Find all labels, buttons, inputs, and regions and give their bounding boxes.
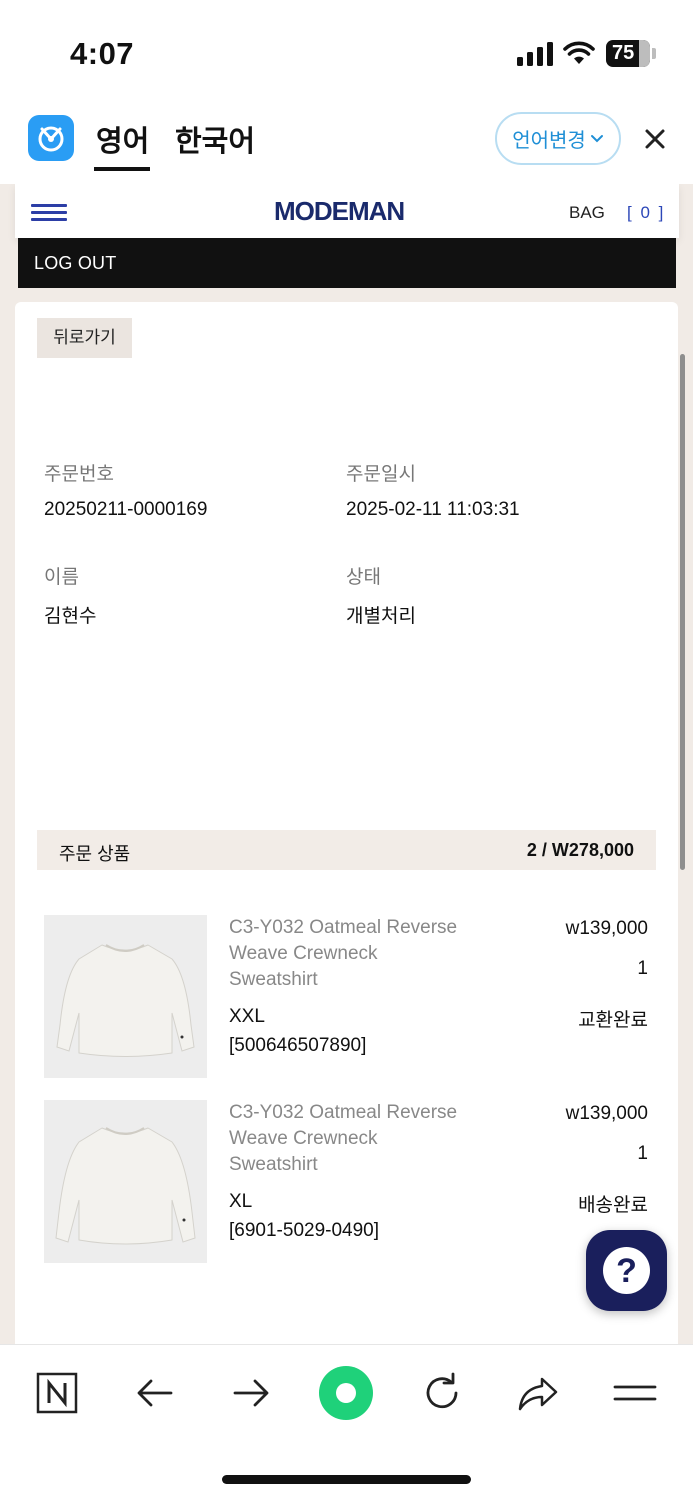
- customer-name: 김현수: [44, 606, 97, 627]
- help-button[interactable]: ?: [586, 1230, 667, 1311]
- translator-app-icon[interactable]: [28, 115, 74, 161]
- product-size: XXL: [229, 1006, 265, 1027]
- green-dot-icon[interactable]: [318, 1365, 374, 1421]
- back-button[interactable]: 뒤로가기: [37, 318, 132, 358]
- product-image[interactable]: [44, 915, 207, 1078]
- forward-arrow-icon[interactable]: [229, 1371, 273, 1415]
- back-arrow-icon[interactable]: [133, 1371, 177, 1415]
- order-date: 2025-02-11 11:03:31: [346, 499, 520, 520]
- bag-link[interactable]: BAG: [569, 203, 605, 223]
- question-icon: ?: [603, 1247, 650, 1294]
- product-price: w139,000: [565, 918, 648, 939]
- ordered-items-total: 2 / W278,000: [526, 840, 634, 860]
- product-image[interactable]: [44, 1100, 207, 1263]
- translator-bar: 영어 한국어 언어변경: [0, 100, 693, 184]
- item-status: 배송완료: [578, 1195, 648, 1216]
- order-date-label: 주문일시: [346, 464, 416, 485]
- tab-english[interactable]: 영어: [96, 118, 149, 160]
- product-price: w139,000: [565, 1103, 648, 1124]
- order-number-label: 주문번호: [44, 464, 114, 485]
- order-number: 20250211-0000169: [44, 499, 208, 520]
- browser-toolbar: [0, 1344, 693, 1500]
- wifi-icon: [563, 41, 595, 64]
- home-indicator: [222, 1475, 471, 1484]
- share-icon[interactable]: [516, 1371, 560, 1415]
- translate-logo-icon: [38, 126, 64, 152]
- change-language-button[interactable]: 언어변경: [495, 112, 621, 165]
- refresh-icon[interactable]: [420, 1371, 464, 1415]
- sweatshirt-image: [55, 1127, 196, 1245]
- ordered-items-header: 주문 상품 2 / W278,000: [37, 830, 656, 870]
- sweatshirt-image: [56, 944, 195, 1057]
- status-bar: 4:07 75: [0, 0, 693, 100]
- status-label: 상태: [346, 567, 381, 588]
- battery-icon: 75: [606, 40, 650, 67]
- order-detail-card: 뒤로가기 주문번호 20250211-0000169 주문일시 2025-02-…: [15, 302, 678, 1344]
- status-time: 4:07: [70, 36, 135, 71]
- bag-count[interactable]: [ 0 ]: [627, 203, 665, 223]
- order-item[interactable]: C3-Y032 Oatmeal Reverse Weave Crewneck S…: [37, 1100, 656, 1265]
- active-tab-underline: [94, 167, 150, 171]
- battery-level: 75: [612, 42, 635, 64]
- menu-lines-icon[interactable]: [613, 1371, 657, 1415]
- ordered-items-title: 주문 상품: [59, 844, 131, 864]
- item-status: 교환완료: [578, 1010, 648, 1031]
- close-icon[interactable]: [640, 124, 670, 154]
- product-size: XL: [229, 1191, 253, 1212]
- product-code: [6901-5029-0490]: [229, 1220, 380, 1241]
- cellular-signal-icon: [517, 42, 555, 66]
- product-name[interactable]: C3-Y032 Oatmeal Reverse Weave Crewneck S…: [229, 1100, 459, 1178]
- menu-icon[interactable]: [31, 204, 67, 222]
- tab-korean[interactable]: 한국어: [175, 118, 255, 160]
- naver-home-icon[interactable]: [35, 1371, 79, 1415]
- web-content: MODEMAN BAG [ 0 ] LOG OUT 뒤로가기 주문번호 2025…: [0, 184, 693, 1344]
- brand-logo[interactable]: MODEMAN: [274, 196, 405, 227]
- site-header: MODEMAN BAG [ 0 ]: [15, 184, 679, 238]
- product-quantity: 1: [637, 1143, 648, 1164]
- scrollbar[interactable]: [680, 354, 685, 870]
- order-status: 개별처리: [346, 606, 416, 627]
- chevron-down-icon: [590, 134, 603, 142]
- order-item[interactable]: C3-Y032 Oatmeal Reverse Weave Crewneck S…: [37, 915, 656, 1080]
- battery-tip: [652, 48, 656, 59]
- change-language-label: 언어변경: [512, 130, 586, 152]
- logout-button[interactable]: LOG OUT: [18, 238, 676, 288]
- product-quantity: 1: [637, 958, 648, 979]
- product-code: [500646507890]: [229, 1035, 367, 1056]
- name-label: 이름: [44, 567, 79, 588]
- product-name[interactable]: C3-Y032 Oatmeal Reverse Weave Crewneck S…: [229, 915, 459, 993]
